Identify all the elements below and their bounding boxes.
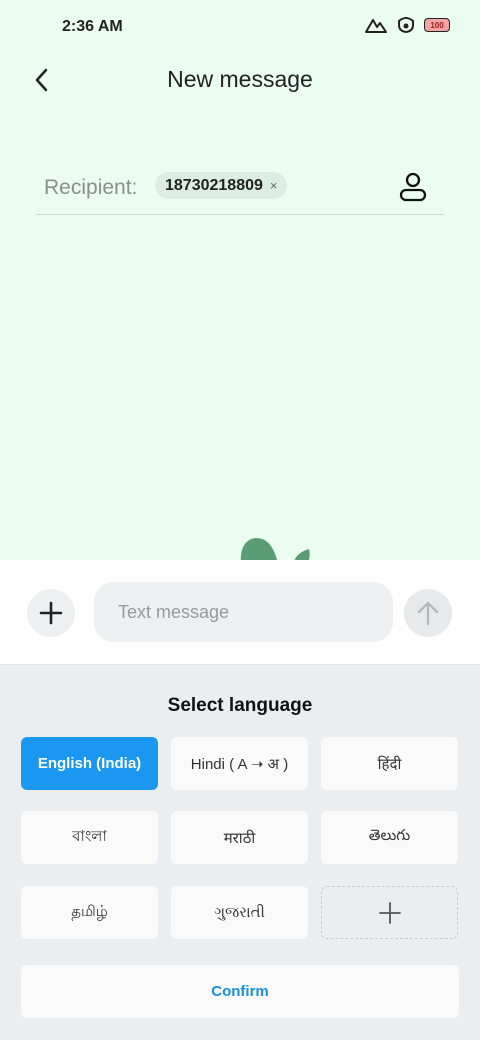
language-option-marathi[interactable]: मराठी <box>171 811 308 864</box>
status-icons: 100 <box>364 16 450 34</box>
language-option-tamil[interactable]: தமிழ் <box>21 886 158 939</box>
header: New message <box>0 56 480 106</box>
signal-icon <box>365 19 387 33</box>
status-bar: 2:36 AM 100 <box>0 0 480 56</box>
message-input[interactable] <box>94 582 393 642</box>
language-option-gujarati[interactable]: ગુજરાતી <box>171 886 308 939</box>
language-option-hindi-transliteration[interactable]: Hindi ( A ➝ अ ) <box>171 737 308 790</box>
page-title: New message <box>167 66 313 92</box>
add-language-button[interactable] <box>321 886 458 939</box>
status-time: 2:36 AM <box>62 18 123 35</box>
recipient-label: Recipient: <box>44 176 138 199</box>
send-button[interactable] <box>404 589 452 637</box>
language-option-telugu[interactable]: తెలుగు <box>321 811 458 864</box>
contact-icon <box>399 172 427 202</box>
confirm-button[interactable]: Confirm <box>21 965 459 1018</box>
language-option-bangla[interactable]: বাংলা <box>21 811 158 864</box>
decorative-leaf-illustration <box>240 537 310 560</box>
remove-recipient-button[interactable]: × <box>270 178 278 193</box>
conversation-area: 2:36 AM 100 New message Recipient: 18730… <box>0 0 480 560</box>
language-panel: Select language English (India) Hindi ( … <box>0 665 480 1040</box>
recipient-row[interactable]: Recipient: 18730218809 × <box>36 165 444 215</box>
plus-icon <box>39 601 63 625</box>
recipient-number: 18730218809 <box>165 176 263 194</box>
send-arrow-icon <box>417 601 439 626</box>
language-option-hindi[interactable]: हिंदी <box>321 737 458 790</box>
contact-picker-button[interactable] <box>398 171 428 203</box>
hotspot-icon <box>398 17 414 34</box>
attach-button[interactable] <box>27 589 75 637</box>
recipient-chip[interactable]: 18730218809 × <box>155 172 288 199</box>
language-panel-title: Select language <box>167 695 313 716</box>
message-composer <box>0 560 480 665</box>
battery-icon: 100 <box>424 18 450 32</box>
add-language-icon <box>378 901 401 924</box>
language-option-english-india[interactable]: English (India) <box>21 737 158 790</box>
